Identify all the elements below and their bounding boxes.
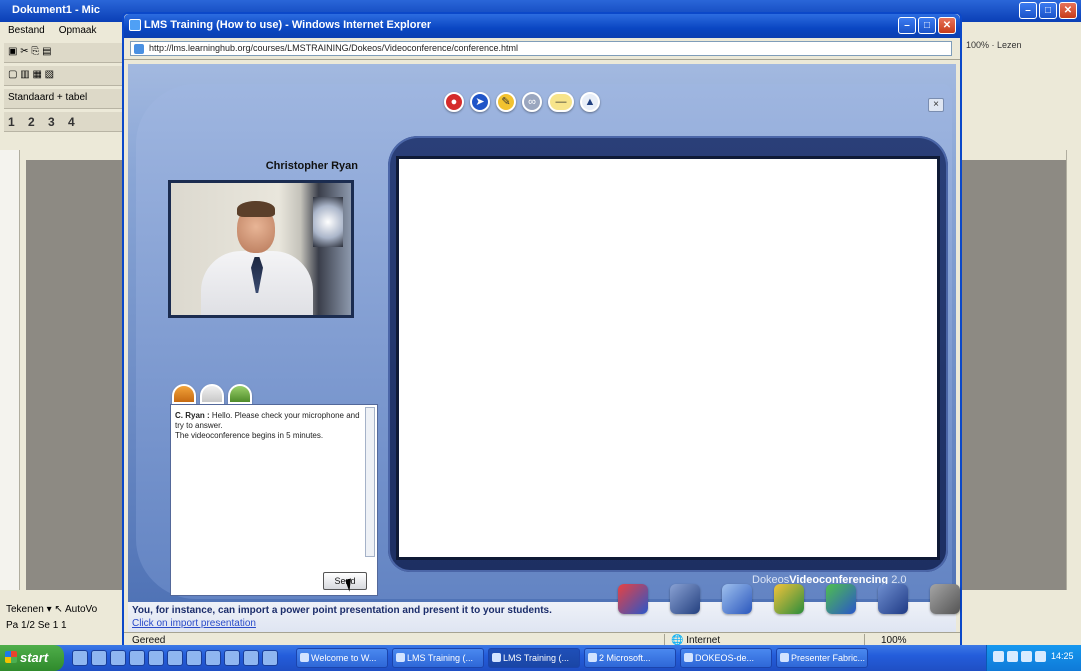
task-button[interactable]: LMS Training (... [392,648,484,668]
windows-logo-icon [5,651,17,663]
presentation-footer: You, for instance, can import a power po… [128,584,960,632]
chat-scrollbar[interactable] [365,407,375,557]
footer-message: You, for instance, can import a power po… [132,605,552,616]
start-button[interactable]: start [0,645,64,671]
vertical-scrollbar[interactable] [1066,150,1081,590]
toolbar-row-file[interactable]: ▢ ▥ ▦ ▧ [4,66,131,86]
ie-window: LMS Training (How to use) - Windows Inte… [122,12,962,650]
background-toolbar: ▣ ✂ ⎘ ▤ ▢ ▥ ▦ ▧ Standaard + tabel 1 2 3 … [0,40,135,150]
settings-icon[interactable] [670,584,700,614]
chat-tab-documents[interactable] [228,384,252,404]
presenter-name: Christopher Ryan [265,160,358,172]
task-button[interactable]: DOKEOS-de... [680,648,772,668]
background-window-title: Dokument1 - Mic [12,4,101,16]
desktop: Dokument1 - Mic – □ ✕ Bestand Opmaak ▣ ✂… [0,0,1081,671]
system-tray: 14:25 [986,645,1081,671]
outline-levels[interactable]: 1 2 3 4 [4,112,131,132]
tray-icon[interactable] [1035,651,1046,662]
task-button[interactable]: 2 Microsoft... [584,648,676,668]
address-text: http://lms.learninghub.org/courses/LMSTR… [149,43,519,53]
record-icon[interactable]: ● [444,92,464,112]
background-status-area: Tekenen ▾ ↖ AutoVo Pa 1/2 Se 1 1 [0,598,135,644]
taskbar-tasks: Welcome to W... LMS Training (... LMS Tr… [296,648,868,668]
chat-tab-messages[interactable] [200,384,224,404]
ie-window-title: LMS Training (How to use) - Windows Inte… [144,19,432,31]
quick-launch-icon[interactable] [91,650,107,666]
import-presentation-link[interactable]: Click on import presentation [132,618,256,629]
quick-launch-icon[interactable] [262,650,278,666]
app-bottom-toolbar [618,584,960,614]
monitor-icon[interactable] [930,584,960,614]
quick-launch-icon[interactable] [243,650,259,666]
close-icon[interactable]: ✕ [938,17,956,34]
chat-messages: C. Ryan : Hello. Please check your micro… [175,411,361,441]
minimize-icon[interactable]: – [1019,2,1037,19]
maximize-icon[interactable]: □ [1039,2,1057,19]
background-right-toolbar[interactable]: 100% · Lezen [962,24,1081,150]
quick-launch-icon[interactable] [167,650,183,666]
share-icon[interactable] [826,584,856,614]
minimize-icon[interactable]: – [898,17,916,34]
menu-opmaak[interactable]: Opmaak [59,25,97,37]
help-icon[interactable] [722,584,752,614]
pen-icon[interactable]: ✎ [496,92,516,112]
page-content: ● ➤ ✎ ∞ — ▲ × Christopher Ryan C. Ryan:… [128,64,956,602]
chat-message-2: The videoconference begins in 5 minutes. [175,431,324,440]
quick-launch-icon[interactable] [186,650,202,666]
import-presentation-icon[interactable] [618,584,648,614]
whiteboard-frame [388,136,948,572]
quick-launch-icon[interactable] [129,650,145,666]
clock: 14:25 [1051,651,1074,661]
quick-launch-icon[interactable] [148,650,164,666]
page-status: Pa 1/2 Se 1 1 [6,620,67,631]
presenter-video [168,180,354,318]
start-label: start [20,650,49,665]
chat-panel: C. Ryan : Hello. Please check your micro… [170,404,378,596]
quick-launch-icon[interactable] [72,650,88,666]
quick-launch-icon[interactable] [224,650,240,666]
style-dropdown[interactable]: Standaard + tabel [4,89,131,109]
users-icon[interactable] [774,584,804,614]
task-button-active[interactable]: LMS Training (... [488,648,580,668]
task-button[interactable]: Welcome to W... [296,648,388,668]
whiteboard-toolbar: ● ➤ ✎ ∞ — ▲ [444,92,600,112]
minus-icon[interactable]: — [548,92,574,112]
address-input[interactable]: http://lms.learninghub.org/courses/LMSTR… [130,41,952,56]
address-bar: http://lms.learninghub.org/courses/LMSTR… [124,38,960,60]
menu-bestand[interactable]: Bestand [8,25,45,37]
chat-tab-users[interactable] [172,384,196,404]
app-close-button[interactable]: × [928,98,944,112]
tray-icon[interactable] [1021,651,1032,662]
screen-icon[interactable] [878,584,908,614]
vertical-ruler [0,150,20,590]
tray-icon[interactable] [993,651,1004,662]
toolbar-row-icons[interactable]: ▣ ✂ ⎘ ▤ [4,43,131,63]
chat-author: C. Ryan : [175,411,210,420]
quick-launch [72,650,278,666]
link-icon[interactable]: ∞ [522,92,542,112]
quick-launch-icon[interactable] [205,650,221,666]
tray-icon[interactable] [1007,651,1018,662]
drawing-toolbar[interactable]: Tekenen ▾ ↖ AutoVo [6,602,129,618]
document-area-left [26,160,126,590]
pointer-icon[interactable]: ➤ [470,92,490,112]
maximize-icon[interactable]: □ [918,17,936,34]
ie-icon [129,19,141,31]
task-button[interactable]: Presenter Fabric... [776,648,868,668]
taskbar: start Welcome to W... LMS Training (... … [0,645,1081,671]
close-icon[interactable]: ✕ [1059,2,1077,19]
ie-title-bar[interactable]: LMS Training (How to use) - Windows Inte… [124,14,960,38]
document-area-right [962,160,1066,590]
page-icon [134,44,144,54]
whiteboard-canvas[interactable] [396,156,940,560]
eject-icon[interactable]: ▲ [580,92,600,112]
chat-tabs [172,384,252,404]
quick-launch-icon[interactable] [110,650,126,666]
